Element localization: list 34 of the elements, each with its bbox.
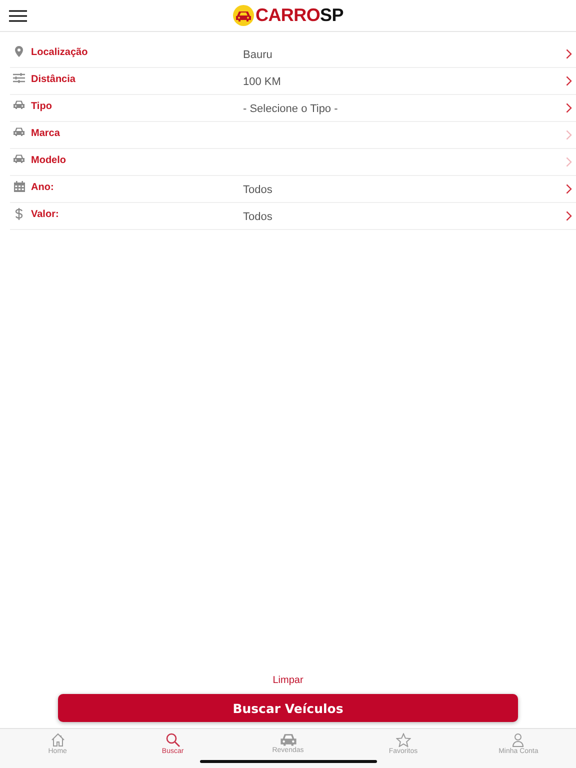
filter-label: Tipo	[31, 101, 53, 112]
dollar-icon	[15, 208, 23, 220]
filter-label: Marca	[31, 128, 61, 139]
filter-row[interactable]: Localização Bauru	[10, 41, 576, 68]
location-pin-icon	[15, 46, 23, 57]
filter-value: Todos	[243, 211, 272, 223]
car-icon	[13, 127, 25, 136]
menu-icon[interactable]	[9, 10, 27, 22]
filter-row[interactable]: Ano: Todos	[10, 176, 576, 203]
clear-link[interactable]: Limpar	[272, 675, 304, 686]
car-icon	[13, 100, 25, 109]
sliders-icon	[13, 73, 25, 83]
filter-row[interactable]: Valor: Todos	[10, 203, 576, 230]
car-icon	[13, 154, 25, 163]
home-icon	[50, 733, 65, 747]
filter-label: Distância	[31, 74, 76, 85]
filter-value: - Selecione o Tipo -	[243, 103, 338, 115]
filter-label: Localização	[31, 47, 89, 58]
filter-value: 100 KM	[243, 76, 281, 88]
filter-value: Bauru	[243, 49, 272, 61]
filter-label: Ano:	[31, 182, 55, 193]
filter-row[interactable]: Distância 100 KM	[10, 68, 576, 95]
logo-text: CARROSP	[256, 5, 344, 26]
calendar-icon	[14, 181, 24, 192]
search-icon	[166, 733, 180, 747]
person-icon	[512, 733, 524, 747]
filter-value: Todos	[243, 184, 272, 196]
star-icon	[396, 733, 411, 747]
filter-label: Modelo	[31, 155, 67, 166]
filter-row[interactable]: Tipo - Selecione o Tipo -	[10, 95, 576, 122]
car-logo-icon	[232, 5, 254, 26]
filter-label: Valor:	[31, 209, 60, 220]
car-icon	[280, 733, 296, 746]
search-vehicles-button[interactable]: Buscar Veículos	[58, 694, 518, 722]
